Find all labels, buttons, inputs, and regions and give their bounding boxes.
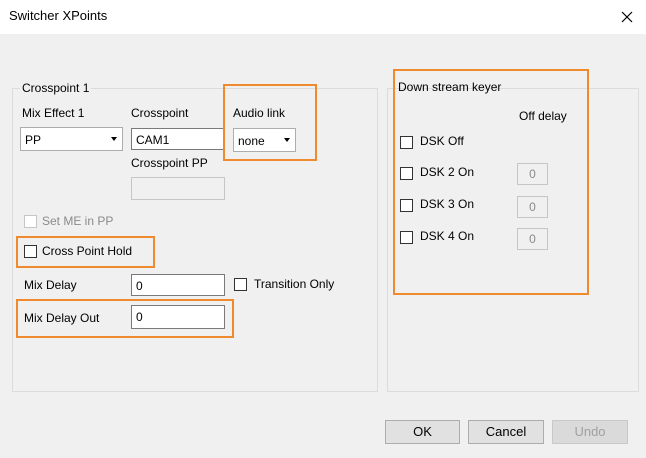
dsk-2-delay-field[interactable]: 0 [517,163,548,185]
dsk-3-on-label: DSK 3 On [420,197,475,211]
dsk-off-checkbox[interactable] [400,136,413,149]
undo-button[interactable]: Undo [552,420,628,444]
audio-link-select[interactable]: none [233,128,296,152]
chevron-down-icon [284,138,290,142]
mix-delay-out-input[interactable]: 0 [131,305,225,329]
window-title: Switcher XPoints [9,8,108,23]
close-button[interactable] [614,4,640,30]
dsk-off-label: DSK Off [420,134,464,148]
cancel-button[interactable]: Cancel [468,420,544,444]
dsk-2-on-checkbox[interactable] [400,167,413,180]
transition-only-label: Transition Only [254,277,335,291]
mix-delay-out-label: Mix Delay Out [24,311,100,325]
mix-effect-value: PP [25,133,42,147]
crosspoint-group-title: Crosspoint 1 [20,81,92,95]
set-me-in-pp-checkbox[interactable] [24,215,37,228]
crosspoint-input[interactable]: CAM1 [131,128,225,150]
dsk-3-delay-field[interactable]: 0 [517,196,548,218]
mix-delay-out-value: 0 [136,310,143,324]
audio-link-label: Audio link [233,106,286,120]
mix-effect-select[interactable]: PP [20,127,123,151]
mix-delay-label: Mix Delay [24,278,77,292]
transition-only-checkbox[interactable] [234,278,247,291]
close-icon [621,11,633,23]
audio-link-value: none [238,134,265,148]
ok-button[interactable]: OK [385,420,460,444]
mix-effect-label: Mix Effect 1 [22,106,85,120]
dsk-highlight [393,69,589,295]
off-delay-label: Off delay [519,109,567,123]
crosspoint-label: Crosspoint [131,106,189,120]
mix-delay-value: 0 [136,279,143,293]
chevron-down-icon [111,137,117,141]
set-me-in-pp-label: Set ME in PP [42,214,114,228]
dsk-3-on-checkbox[interactable] [400,199,413,212]
dsk-4-on-checkbox[interactable] [400,231,413,244]
crosspoint-pp-input[interactable] [131,177,225,200]
crosspoint-pp-label: Crosspoint PP [131,156,208,170]
crosspoint-value: CAM1 [136,133,170,147]
dsk-4-delay-field[interactable]: 0 [517,228,548,250]
dsk-2-on-label: DSK 2 On [420,165,475,179]
dsk-4-on-label: DSK 4 On [420,229,475,243]
cross-point-hold-label: Cross Point Hold [42,244,133,258]
cross-point-hold-checkbox[interactable] [24,245,37,258]
mix-delay-input[interactable]: 0 [131,274,225,296]
dsk-group-title: Down stream keyer [398,80,502,94]
